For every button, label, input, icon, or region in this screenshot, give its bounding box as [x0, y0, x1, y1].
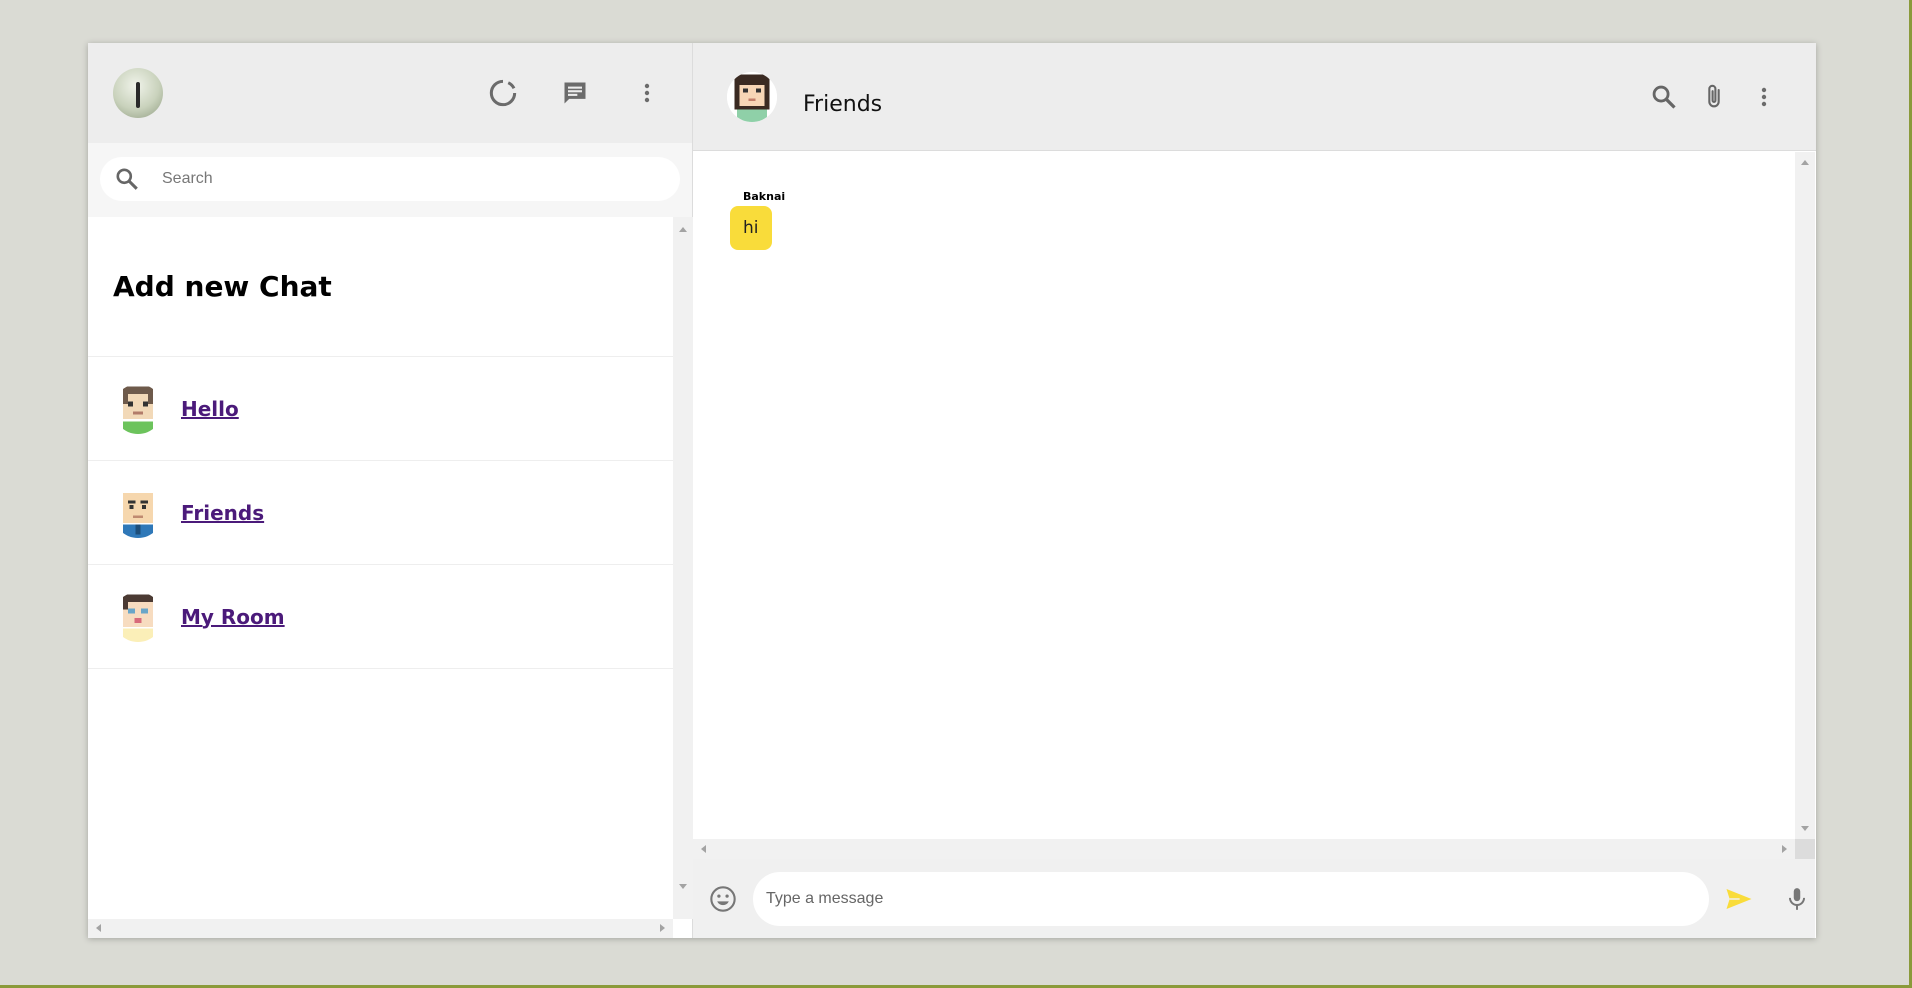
message: Baknai hi — [730, 190, 785, 250]
search-icon — [116, 168, 138, 190]
message-area: Baknai hi — [693, 152, 1795, 839]
conversation-header: Friends — [693, 43, 1816, 151]
chat-item-hello[interactable]: Hello — [88, 357, 673, 461]
conversation-title: Friends — [803, 92, 883, 117]
scroll-left-arrow[interactable] — [701, 845, 706, 853]
more-vertical-icon — [1761, 87, 1767, 106]
conversation-header-icons — [1646, 79, 1816, 115]
scrollbar-corner — [1795, 839, 1815, 859]
avatar — [113, 591, 163, 642]
scroll-down-arrow[interactable] — [679, 884, 687, 889]
message-horizontal-scrollbar[interactable] — [693, 839, 1795, 859]
sidebar-header-icons — [485, 75, 667, 111]
chat-list-horizontal-scrollbar[interactable] — [88, 919, 673, 938]
conversation-menu-button[interactable] — [1746, 79, 1782, 115]
sidebar: Add new Chat Hello — [88, 43, 693, 938]
scroll-right-arrow[interactable] — [660, 924, 665, 932]
send-button[interactable] — [1721, 881, 1757, 917]
search-box — [100, 157, 680, 201]
microphone-button[interactable] — [1779, 881, 1815, 917]
sidebar-header — [88, 43, 692, 143]
new-chat-button[interactable] — [557, 75, 593, 111]
refresh-ring-icon — [489, 79, 517, 107]
scroll-left-arrow[interactable] — [96, 924, 101, 932]
scroll-right-arrow[interactable] — [1782, 845, 1787, 853]
message-composer — [693, 859, 1815, 938]
paperclip-icon — [1708, 84, 1720, 107]
chat-list-vertical-scrollbar[interactable] — [673, 217, 693, 919]
message-sender: Baknai — [743, 190, 786, 203]
chat-link[interactable]: Hello — [181, 397, 239, 421]
microphone-icon — [1789, 887, 1806, 910]
scroll-up-arrow[interactable] — [679, 227, 687, 232]
avatar — [113, 487, 163, 538]
scroll-up-arrow[interactable] — [1801, 160, 1809, 165]
chat-bubble-icon — [564, 82, 586, 104]
search-bar — [88, 143, 692, 217]
conversation-avatar[interactable] — [727, 71, 777, 122]
avatar — [113, 383, 163, 434]
message-vertical-scrollbar[interactable] — [1795, 152, 1815, 839]
chat-app: Add new Chat Hello — [88, 43, 1816, 938]
chat-link[interactable]: My Room — [181, 605, 285, 629]
search-input[interactable] — [162, 170, 642, 188]
add-new-chat-label: Add new Chat — [113, 270, 332, 303]
add-new-chat[interactable]: Add new Chat — [88, 217, 673, 357]
status-button[interactable] — [485, 75, 521, 111]
emoji-button[interactable] — [705, 881, 741, 917]
scroll-down-arrow[interactable] — [1801, 826, 1809, 831]
chat-link[interactable]: Friends — [181, 501, 264, 525]
attach-button[interactable] — [1696, 79, 1732, 115]
message-input[interactable] — [752, 871, 1710, 926]
search-messages-button[interactable] — [1646, 79, 1682, 115]
more-vertical-icon — [644, 83, 650, 103]
search-icon — [1652, 85, 1676, 109]
message-bubble: hi — [730, 206, 772, 250]
chat-list: Add new Chat Hello Friends My Room — [88, 217, 673, 919]
send-icon — [1726, 888, 1752, 909]
conversation-panel: Friends Baknai hi Type a message — [693, 43, 1816, 938]
user-avatar[interactable] — [113, 68, 163, 118]
emoji-icon — [710, 885, 736, 912]
chat-item-my-room[interactable]: My Room — [88, 565, 673, 669]
chat-item-friends[interactable]: Friends — [88, 461, 673, 565]
sidebar-menu-button[interactable] — [629, 75, 665, 111]
